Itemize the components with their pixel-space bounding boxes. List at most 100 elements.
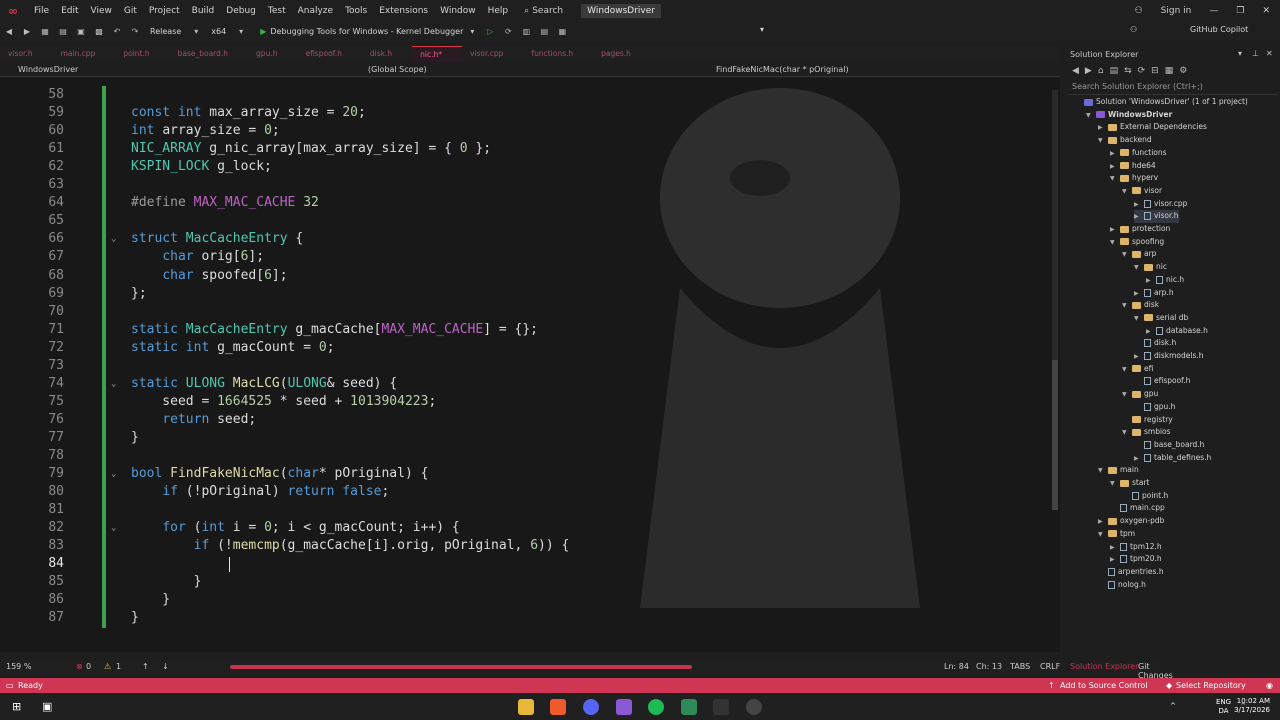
fold-chevron-icon[interactable]: ⌄ xyxy=(111,230,116,248)
tree-item[interactable]: ▶ tpm20.h xyxy=(1110,553,1162,566)
menu-git[interactable]: Git xyxy=(118,6,143,16)
code-line[interactable]: 60 int array_size = 0; xyxy=(0,122,1060,140)
tree-item[interactable]: ▶ visor.h xyxy=(1134,210,1179,223)
code-line[interactable]: 68 char spoofed[6]; xyxy=(0,267,1060,285)
code-line[interactable]: 86 } xyxy=(0,591,1060,609)
code-line[interactable]: 87} xyxy=(0,609,1060,627)
code-line[interactable]: 66 ⌄ struct MacCacheEntry { xyxy=(0,230,1060,248)
tree-item[interactable]: ▶ arp.h xyxy=(1134,287,1174,300)
select-repository[interactable]: Select Repository xyxy=(1176,681,1246,690)
chevron-up-icon[interactable]: ^ xyxy=(1170,702,1176,710)
tree-item[interactable]: ▶ diskmodels.h xyxy=(1134,350,1204,363)
tree-item[interactable]: ▶ hde64 xyxy=(1110,160,1156,173)
sync-icon[interactable]: ⇆ xyxy=(1124,66,1132,76)
code-line[interactable]: 58 xyxy=(0,86,1060,104)
tree-item[interactable]: ▼ WindowsDriver xyxy=(1086,109,1172,122)
configuration-dropdown[interactable]: Release xyxy=(150,27,181,36)
tree-item[interactable]: nolog.h xyxy=(1098,579,1146,592)
editor-horizontal-scrollbar[interactable] xyxy=(230,665,692,669)
tree-item[interactable]: arpentries.h xyxy=(1098,566,1164,579)
expand-arrow-icon[interactable]: ▼ xyxy=(1122,364,1132,377)
scrollbar-thumb[interactable] xyxy=(1052,360,1058,510)
task-view-icon[interactable]: ▣ xyxy=(42,700,52,713)
collapse-arrow-icon[interactable]: ▶ xyxy=(1110,554,1120,567)
code-line[interactable]: 76 return seed; xyxy=(0,411,1060,429)
comment-icon[interactable]: ▤ xyxy=(538,27,550,36)
tree-item[interactable]: ▶ table_defines.h xyxy=(1134,452,1211,465)
code-line[interactable]: 74 ⌄ static ULONG MacLCG(ULONG& seed) { xyxy=(0,375,1060,393)
tab-disk-h[interactable]: disk.h xyxy=(362,46,412,62)
project-dropdown[interactable]: WindowsDriver xyxy=(18,65,78,74)
menu-file[interactable]: File xyxy=(28,6,55,16)
warning-icon[interactable]: ⚠ xyxy=(104,662,111,671)
show-all-files-icon[interactable]: ▦ xyxy=(1165,66,1174,76)
tree-item[interactable]: ▼ main xyxy=(1098,464,1139,477)
visual-studio-icon[interactable] xyxy=(616,699,632,715)
back-icon[interactable]: ◀ xyxy=(3,27,15,36)
code-line[interactable]: 65 xyxy=(0,212,1060,230)
close-icon[interactable]: ✕ xyxy=(1262,6,1270,16)
tree-item[interactable]: ▶ nic.h xyxy=(1146,274,1184,287)
code-editor[interactable]: 58 59 const int max_array_size = 20; 60 int … xyxy=(0,78,1060,652)
hot-reload-icon[interactable]: ⟳ xyxy=(502,27,514,36)
tree-item[interactable]: gpu.h xyxy=(1134,401,1175,414)
notepad-icon[interactable] xyxy=(681,699,697,715)
platform-dropdown[interactable]: x64 xyxy=(211,27,226,36)
tree-item[interactable]: ▼ nic xyxy=(1134,261,1167,274)
collapse-arrow-icon[interactable]: ▶ xyxy=(1110,148,1120,161)
notifications-icon[interactable]: ◉ xyxy=(1266,681,1273,690)
menu-edit[interactable]: Edit xyxy=(55,6,84,16)
sign-in-link[interactable]: Sign in xyxy=(1161,6,1192,16)
add-to-source-control[interactable]: Add to Source Control xyxy=(1060,681,1148,690)
new-item-icon[interactable]: ▦ xyxy=(39,27,51,36)
forward-icon[interactable]: ▶ xyxy=(21,27,33,36)
arrow-down-icon[interactable]: ↓ xyxy=(162,662,169,671)
run-without-debug-icon[interactable]: ▷ xyxy=(484,27,496,36)
chevron-down-icon[interactable]: ▾ xyxy=(190,27,202,36)
refresh-icon[interactable]: ⟳ xyxy=(1138,66,1146,76)
tree-item[interactable]: registry xyxy=(1122,414,1173,427)
minimize-icon[interactable]: — xyxy=(1209,6,1218,16)
tree-item[interactable]: ▶ External Dependencies xyxy=(1098,121,1207,134)
tree-item[interactable]: ▼ serial db xyxy=(1134,312,1188,325)
line-ending[interactable]: CRLF xyxy=(1040,662,1060,671)
menu-test[interactable]: Test xyxy=(262,6,292,16)
expand-arrow-icon[interactable]: ▼ xyxy=(1122,300,1132,313)
close-icon[interactable]: ✕ xyxy=(1266,49,1273,58)
editor-vertical-scrollbar[interactable] xyxy=(1052,90,1058,510)
layout-icon[interactable]: ▥ xyxy=(520,27,532,36)
account-icon[interactable]: ⚇ xyxy=(1135,6,1143,16)
system-clock[interactable]: 10:02 AM 3/17/2026 xyxy=(1234,697,1270,715)
code-line[interactable]: 73 xyxy=(0,357,1060,375)
code-line[interactable]: 81 xyxy=(0,501,1060,519)
expand-arrow-icon[interactable]: ▼ xyxy=(1098,529,1108,542)
tree-item[interactable]: ▼ start xyxy=(1110,477,1149,490)
expand-arrow-icon[interactable]: ▼ xyxy=(1122,186,1132,199)
open-icon[interactable]: ▤ xyxy=(57,27,69,36)
scope-dropdown[interactable]: (Global Scope) xyxy=(368,65,427,74)
code-line[interactable]: 64 #define MAX_MAC_CACHE 32 xyxy=(0,194,1060,212)
properties-icon[interactable]: ⚙ xyxy=(1179,66,1187,76)
member-dropdown[interactable]: FindFakeNicMac(char * pOriginal) xyxy=(716,65,849,74)
save-icon[interactable]: ▣ xyxy=(75,27,87,36)
expand-arrow-icon[interactable]: ▼ xyxy=(1110,478,1120,491)
tree-item[interactable]: ▶ functions xyxy=(1110,147,1167,160)
file-explorer-icon[interactable] xyxy=(518,699,534,715)
code-line[interactable]: 63 xyxy=(0,176,1060,194)
tree-item[interactable]: efispoof.h xyxy=(1134,375,1190,388)
expand-arrow-icon[interactable]: ▼ xyxy=(1122,389,1132,402)
menu-build[interactable]: Build xyxy=(186,6,221,16)
zoom-level[interactable]: 159 % xyxy=(6,662,31,671)
expand-arrow-icon[interactable]: ▼ xyxy=(1086,110,1096,123)
code-line[interactable]: 85 } xyxy=(0,573,1060,591)
start-debug-icon[interactable]: ▶ xyxy=(260,27,266,36)
code-line[interactable]: 71 static MacCacheEntry g_macCache[MAX_MA… xyxy=(0,321,1060,339)
arrow-up-icon[interactable]: ↑ xyxy=(142,662,149,671)
code-line[interactable]: 75 seed = 1664525 * seed + 1013904223; xyxy=(0,393,1060,411)
collapse-all-icon[interactable]: ⊟ xyxy=(1151,66,1159,76)
spotify-icon[interactable] xyxy=(648,699,664,715)
collapse-arrow-icon[interactable]: ▶ xyxy=(1134,199,1144,212)
code-line[interactable]: 78 xyxy=(0,447,1060,465)
tree-item[interactable]: ▼ disk xyxy=(1122,299,1159,312)
debugger-target[interactable]: Debugging Tools for Windows - Kernel Deb… xyxy=(270,27,463,36)
